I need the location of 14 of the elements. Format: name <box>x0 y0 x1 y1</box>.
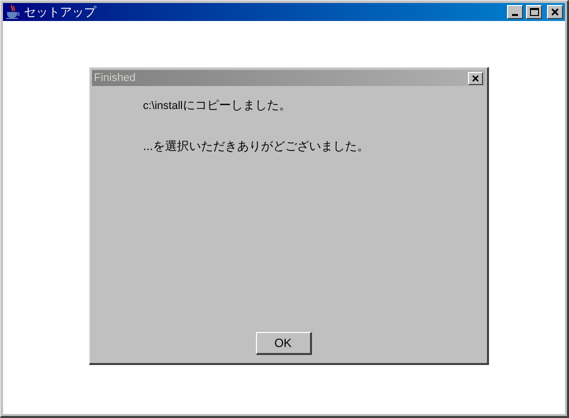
window-title: セットアップ <box>24 6 98 18</box>
maximize-button[interactable] <box>526 5 542 19</box>
close-icon <box>550 7 560 17</box>
message-text: ...を選択いただきありがどございました。 <box>143 139 370 153</box>
minimize-button[interactable] <box>507 5 523 19</box>
maximize-icon <box>529 7 539 17</box>
close-icon <box>471 74 480 82</box>
ok-button[interactable]: OK <box>256 332 312 355</box>
close-button[interactable] <box>468 72 483 84</box>
close-button[interactable] <box>547 5 563 19</box>
coffee-cup-icon <box>5 4 21 20</box>
dialog-title: Finished <box>94 72 137 84</box>
message-text: c:\installにコピーしました。 <box>143 98 292 113</box>
minimize-icon <box>512 14 518 16</box>
